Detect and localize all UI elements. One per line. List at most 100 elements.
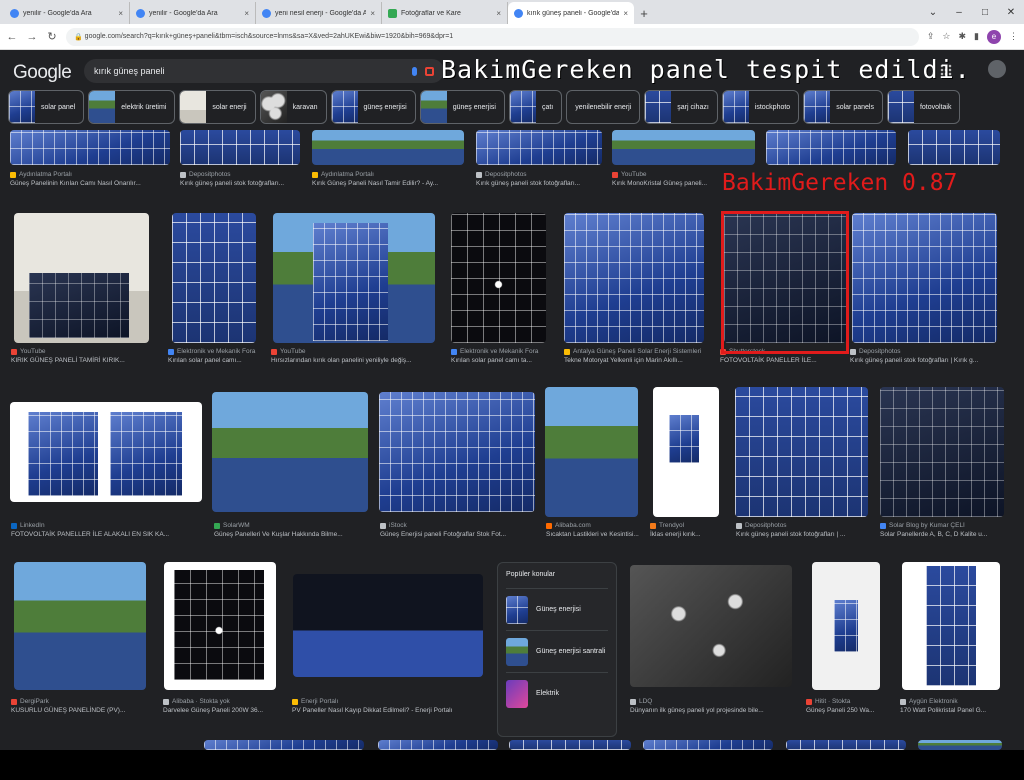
result-image[interactable] [10, 130, 170, 165]
close-tab-icon[interactable]: × [496, 9, 501, 18]
close-tab-icon[interactable]: × [623, 9, 628, 18]
reload-icon[interactable]: ↻ [46, 30, 58, 43]
result-caption[interactable]: LDQ Dünyanın ilk güneş paneli yol projesi… [630, 698, 795, 714]
result-caption[interactable]: Antalya Güneş Paneli Solar Enerji Sistem… [564, 348, 710, 364]
result-image[interactable] [786, 740, 906, 750]
result-image[interactable] [630, 565, 792, 687]
chip[interactable]: fotovoltaik [886, 90, 961, 124]
microphone-icon[interactable] [412, 66, 417, 76]
result-image[interactable] [908, 130, 1000, 165]
result-image[interactable] [180, 130, 300, 165]
search-input[interactable]: kırık güneş paneli [84, 59, 444, 83]
close-tab-icon[interactable]: × [370, 9, 375, 18]
result-image[interactable] [653, 387, 719, 517]
chip[interactable]: şarj cihazı [644, 90, 718, 124]
result-image[interactable] [509, 740, 631, 750]
result-caption[interactable]: Elektronik ve Mekanik Fora Kırılan solar … [451, 348, 551, 364]
profile-avatar[interactable]: e [987, 29, 1001, 44]
bookmark-star-icon[interactable]: ☆ [942, 31, 950, 42]
google-lens-icon[interactable] [425, 66, 434, 76]
result-caption[interactable]: Elektronik ve Mekanik Fora Kırılan solar … [168, 348, 264, 364]
result-caption[interactable]: Aydınlatma Portalı Güneş Panelinin Kırıla… [10, 171, 175, 187]
share-icon[interactable]: ⇪ [927, 31, 935, 42]
result-caption[interactable]: Aygün Elektronik 170 Watt Polikristal Pan… [900, 698, 1004, 714]
result-caption[interactable]: LinkedIn FOTOVOLTAİK PANELLER İLE ALAKALI… [11, 522, 206, 538]
chip[interactable]: yenilenebilir enerji [566, 90, 641, 124]
chip[interactable]: istockphoto [721, 90, 800, 124]
result-caption[interactable]: Aydınlatma Portalı Kırık Güneş Paneli Nas… [312, 171, 467, 187]
result-caption[interactable]: Alibaba.com Sıcaktan Lastikleri ve Kesint… [546, 522, 642, 538]
result-image[interactable] [14, 562, 146, 690]
result-image[interactable] [212, 392, 368, 512]
result-image[interactable] [766, 130, 896, 165]
forward-icon[interactable]: → [26, 31, 38, 43]
result-caption[interactable]: Enerji Portalı PV Paneller Nasıl Kayıp Di… [292, 698, 482, 714]
back-icon[interactable]: ← [6, 31, 18, 43]
result-image[interactable] [312, 130, 464, 165]
result-caption[interactable]: Hitit · Stokta Güneş Paneli 250 Wa... [806, 698, 894, 714]
close-window-icon[interactable]: ✕ [998, 0, 1024, 24]
result-caption[interactable]: iStock Güneş Enerjisi paneli Fotoğraflar … [380, 522, 538, 538]
result-image[interactable] [545, 387, 638, 517]
result-caption[interactable]: DergiPark KUSURLU GÜNEŞ PANELİNDE (PV)... [11, 698, 159, 714]
result-image[interactable] [14, 213, 149, 343]
chip[interactable]: solar panel [8, 90, 85, 124]
popular-topic-item[interactable]: Güneş enerjisi [506, 588, 608, 630]
result-image[interactable] [378, 740, 498, 750]
close-tab-icon[interactable]: × [118, 9, 123, 18]
result-image[interactable] [852, 213, 997, 343]
result-image[interactable] [10, 402, 202, 502]
sidepanel-icon[interactable]: ▮ [974, 31, 979, 42]
result-image[interactable] [880, 387, 1004, 517]
close-tab-icon[interactable]: × [244, 9, 249, 18]
browser-tab[interactable]: yenilir - Google'da Ara × [130, 2, 256, 24]
result-caption[interactable]: Solar Blog by Kumar ÇELİ Solar Panellerde… [880, 522, 1006, 538]
result-caption[interactable]: Depositphotos Kırık güneş paneli stok fot… [476, 171, 604, 187]
account-avatar[interactable] [988, 60, 1006, 78]
minimize-icon[interactable]: – [946, 0, 972, 24]
result-image[interactable] [476, 130, 602, 165]
result-image[interactable] [612, 130, 755, 165]
result-caption[interactable]: YouTube Hırsızlarından kırık olan panelin… [271, 348, 443, 364]
result-caption[interactable]: Depositphotos Kırık güneş paneli stok fot… [180, 171, 304, 187]
result-caption[interactable]: Depositphotos Kırık güneş paneli stok fot… [850, 348, 1000, 364]
menu-dots-icon[interactable]: ⋮ [1009, 31, 1018, 42]
result-image[interactable] [164, 562, 276, 690]
new-tab-icon[interactable]: + [634, 2, 654, 24]
result-caption[interactable]: SolarWM Güneş Panelleri Ve Kuşlar Hakkınd… [214, 522, 372, 538]
chip[interactable]: güneş enerjisi [330, 90, 416, 124]
result-image[interactable] [812, 562, 880, 690]
result-caption[interactable]: YouTube KIRIK GÜNEŞ PANELİ TAMİRİ KIRIK..… [11, 348, 159, 364]
result-image[interactable] [902, 562, 1000, 690]
result-image[interactable] [564, 213, 704, 343]
address-bar[interactable]: 🔒 google.com/search?q=kırık+güneş+paneli… [66, 27, 919, 46]
result-caption[interactable]: Alibaba · Stokta yok Darvelee Güneş Panel… [163, 698, 279, 714]
result-image[interactable] [204, 740, 364, 750]
extensions-icon[interactable]: ✱ [959, 31, 967, 42]
browser-tab[interactable]: yeni nesil enerji - Google'da Ara × [256, 2, 382, 24]
maximize-icon[interactable]: □ [972, 0, 998, 24]
result-image[interactable] [273, 213, 435, 343]
result-image[interactable] [918, 740, 1002, 750]
chip[interactable]: karavan [259, 90, 327, 124]
chip[interactable]: elektrik üretimi [88, 90, 176, 124]
browser-tab[interactable]: yenilir - Google'da Ara × [4, 2, 130, 24]
tab-search-icon[interactable]: ⌄ [920, 0, 946, 24]
browser-tab-active[interactable]: kırık güneş paneli - Google'da Ara× [508, 2, 634, 24]
browser-tab[interactable]: Fotoğraflar ve Kare × [382, 2, 508, 24]
google-logo[interactable]: Google [13, 62, 72, 84]
popular-topic-item[interactable]: Elektrik [506, 672, 608, 714]
result-image[interactable] [172, 213, 256, 343]
result-image[interactable] [451, 213, 546, 343]
chip[interactable]: solar enerji [179, 90, 256, 124]
result-caption[interactable]: Depositphotos Kırık güneş paneli stok fot… [736, 522, 872, 538]
result-image[interactable] [643, 740, 773, 750]
result-image[interactable] [735, 387, 868, 517]
popular-topic-item[interactable]: Güneş enerjisi santrali [506, 630, 608, 672]
result-image[interactable] [379, 392, 535, 512]
chip[interactable]: güneş enerjisi [419, 90, 505, 124]
chip[interactable]: çatı [508, 90, 563, 124]
result-image[interactable] [293, 574, 483, 677]
result-caption[interactable]: Trendyol İklas enerji kırık... [650, 522, 726, 538]
chip[interactable]: solar panels [803, 90, 883, 124]
